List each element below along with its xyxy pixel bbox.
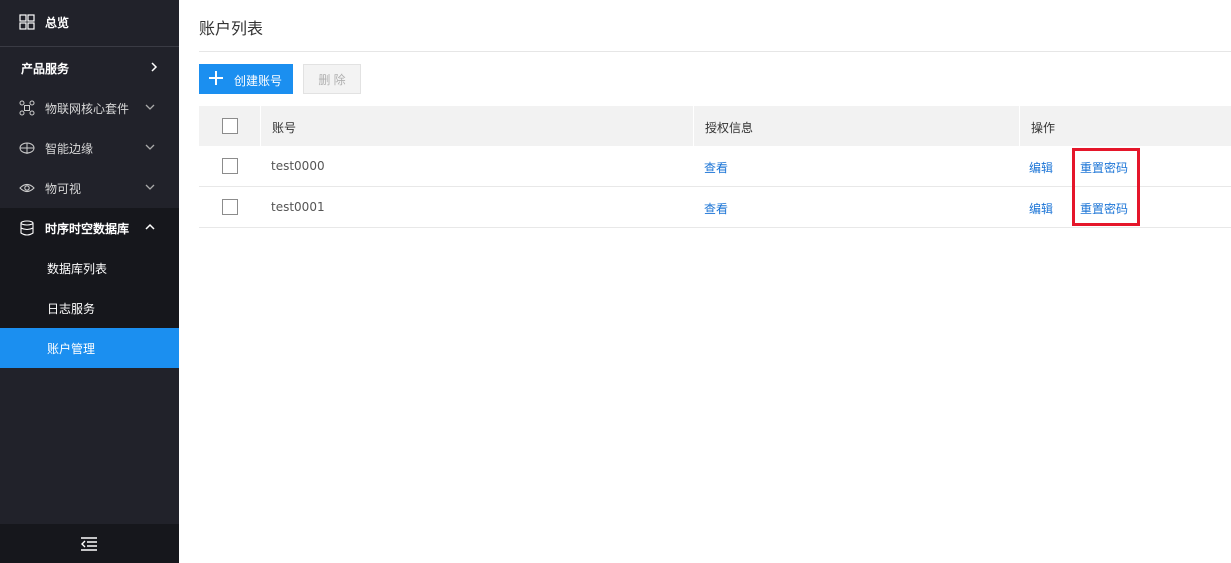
sub-item-log-service[interactable]: 日志服务 [0, 288, 179, 328]
sub-item-label: 日志服务 [47, 302, 96, 316]
column-separator [1019, 106, 1020, 146]
nav-intelligent-edge[interactable]: 智能边缘 [0, 128, 179, 168]
create-account-label: 创建账号 [234, 74, 283, 88]
account-name: test0001 [271, 200, 325, 214]
network-icon [19, 100, 35, 116]
column-separator [260, 106, 261, 146]
edit-link[interactable]: 编辑 [1029, 200, 1053, 217]
row-checkbox[interactable] [222, 158, 238, 174]
highlight-box [1072, 148, 1140, 226]
sub-item-account-management[interactable]: 账户管理 [0, 328, 179, 368]
edge-icon [19, 142, 35, 154]
nav-overview[interactable]: 总览 [0, 2, 179, 42]
grid-icon [19, 14, 35, 30]
title-divider [199, 51, 1231, 52]
column-separator [693, 106, 694, 146]
nav-timeseries-database-label: 时序时空数据库 [45, 221, 130, 236]
delete-button[interactable]: 删 除 [303, 64, 361, 94]
nav-iot-core-suite-label: 物联网核心套件 [45, 101, 130, 116]
chevron-up-icon [145, 223, 155, 230]
create-account-button[interactable]: 创建账号 [199, 64, 293, 94]
view-auth-link[interactable]: 查看 [704, 159, 728, 176]
collapse-menu-icon [81, 537, 97, 551]
nav-visual[interactable]: 物可视 [0, 168, 179, 208]
edit-link[interactable]: 编辑 [1029, 159, 1053, 176]
account-name: test0000 [271, 159, 325, 173]
table-header: 账号 授权信息 操作 [199, 106, 1231, 146]
nav-overview-label: 总览 [45, 15, 70, 30]
plus-icon [209, 71, 223, 85]
nav-intelligent-edge-label: 智能边缘 [45, 141, 94, 156]
sidebar: 总览 产品服务 物联网核心套件 智能边缘 物可视 时序时空数据库 数据库列表 日… [0, 0, 179, 563]
nav-product-services[interactable]: 产品服务 [0, 48, 179, 88]
sub-item-label: 账户管理 [47, 342, 96, 356]
sub-item-label: 数据库列表 [47, 262, 108, 276]
chevron-down-icon [145, 104, 155, 110]
chevron-right-icon [151, 62, 158, 72]
header-actions: 操作 [1031, 121, 1056, 135]
header-auth-info: 授权信息 [705, 121, 754, 135]
database-icon [20, 220, 34, 236]
eye-icon [19, 183, 35, 193]
divider [0, 46, 179, 47]
sub-item-database-list[interactable]: 数据库列表 [0, 248, 179, 288]
view-auth-link[interactable]: 查看 [704, 200, 728, 217]
row-checkbox[interactable] [222, 199, 238, 215]
page-title: 账户列表 [199, 19, 264, 38]
nav-iot-core-suite[interactable]: 物联网核心套件 [0, 88, 179, 128]
nav-visual-label: 物可视 [45, 181, 82, 196]
header-account: 账号 [272, 121, 297, 135]
select-all-checkbox[interactable] [222, 118, 238, 134]
nav-timeseries-database[interactable]: 时序时空数据库 [0, 208, 179, 248]
chevron-down-icon [145, 184, 155, 190]
chevron-down-icon [145, 144, 155, 150]
sidebar-collapse-button[interactable] [0, 524, 179, 563]
nav-product-services-label: 产品服务 [21, 61, 70, 76]
